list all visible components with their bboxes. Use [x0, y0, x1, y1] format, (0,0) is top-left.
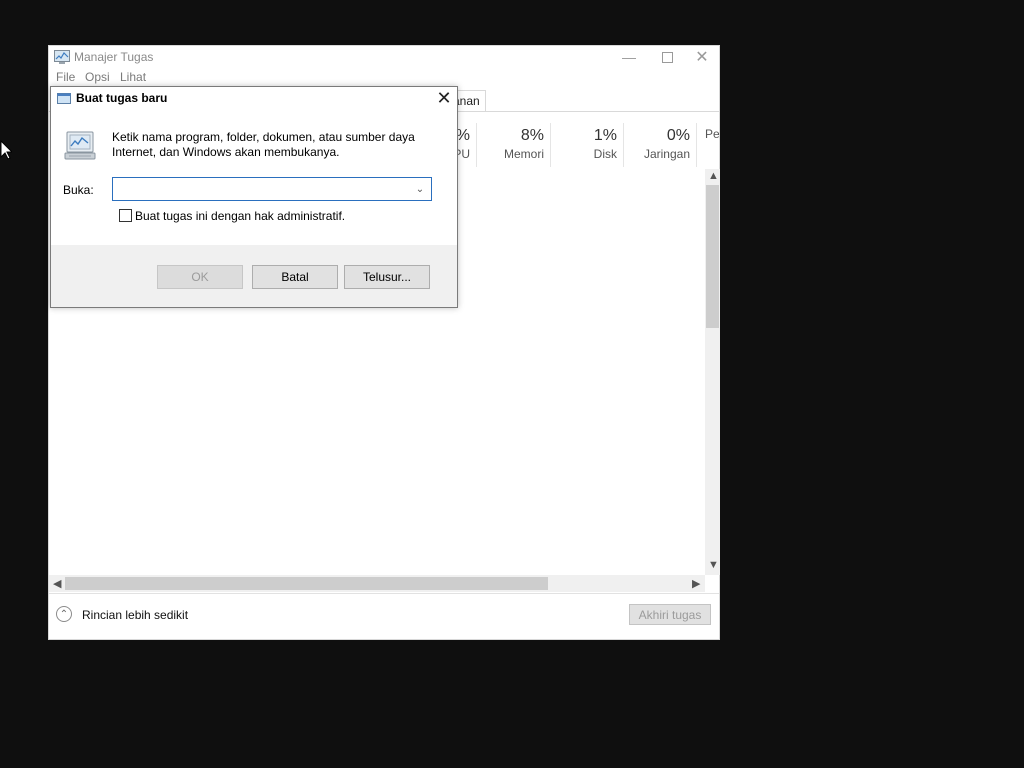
maximize-icon — [661, 51, 673, 63]
vertical-scroll-thumb[interactable] — [706, 185, 719, 328]
memory-percent: 8% — [520, 127, 544, 144]
column-network[interactable]: 0% Jaringan — [624, 123, 697, 167]
disk-label: Disk — [593, 147, 617, 161]
open-input[interactable] — [115, 180, 405, 198]
menu-bar: File Opsi Lihat — [49, 68, 719, 86]
cancel-button[interactable]: Batal — [252, 265, 338, 289]
horizontal-scroll-thumb[interactable] — [65, 577, 548, 590]
vertical-scrollbar[interactable]: ▲ ▼ — [705, 169, 720, 575]
ok-button[interactable]: OK — [157, 265, 243, 289]
horizontal-scrollbar[interactable]: ◀ ▶ — [49, 575, 705, 592]
dialog-description: Ketik nama program, folder, dokumen, ata… — [112, 130, 415, 159]
task-manager-icon — [54, 50, 70, 64]
run-program-icon — [64, 131, 96, 160]
mouse-cursor — [0, 140, 12, 160]
network-label: Jaringan — [643, 147, 690, 161]
run-icon — [57, 93, 71, 104]
close-icon: ✕ — [436, 87, 452, 108]
end-task-button[interactable]: Akhiri tugas — [629, 604, 711, 625]
disk-percent: 1% — [593, 127, 617, 144]
column-power[interactable]: Per — [697, 123, 719, 167]
power-label: Per — [705, 127, 719, 141]
maximize-button[interactable] — [648, 46, 686, 68]
admin-checkbox-label[interactable]: Buat tugas ini dengan hak administratif. — [135, 209, 345, 223]
create-new-task-dialog: Buat tugas baru ✕ Ketik nama program, fo… — [50, 86, 458, 308]
scroll-up-icon[interactable]: ▲ — [708, 170, 719, 182]
minimize-button[interactable]: — — [610, 46, 648, 68]
dialog-close-button[interactable]: ✕ — [431, 87, 457, 109]
menu-view[interactable]: Lihat — [120, 70, 146, 84]
close-icon: ✕ — [695, 49, 709, 66]
menu-options[interactable]: Opsi — [85, 70, 110, 84]
memory-label: Memori — [503, 147, 544, 161]
chevron-down-icon[interactable]: ⌄ — [413, 181, 427, 197]
title-bar: Manajer Tugas — ✕ — [49, 46, 719, 68]
open-combobox[interactable]: ⌄ — [112, 177, 432, 201]
scroll-left-icon[interactable]: ◀ — [53, 577, 61, 590]
dialog-title: Buat tugas baru — [76, 91, 168, 105]
network-percent: 0% — [666, 127, 690, 144]
window-title: Manajer Tugas — [74, 50, 154, 64]
menu-file[interactable]: File — [56, 70, 75, 84]
chevron-up-icon[interactable]: ⌃ — [56, 606, 72, 622]
column-disk[interactable]: 1% Disk — [551, 123, 624, 167]
minimize-icon: — — [622, 49, 636, 65]
admin-checkbox[interactable] — [119, 209, 132, 222]
fewer-details-link[interactable]: Rincian lebih sedikit — [82, 608, 188, 622]
column-memory[interactable]: 8% Memori — [477, 123, 551, 167]
close-button[interactable]: ✕ — [683, 46, 721, 68]
dialog-button-bar: OK Batal Telusur... — [51, 245, 457, 307]
scroll-right-icon[interactable]: ▶ — [692, 577, 700, 590]
open-label: Buka: — [63, 183, 94, 197]
browse-button[interactable]: Telusur... — [344, 265, 430, 289]
scroll-down-icon[interactable]: ▼ — [708, 559, 719, 571]
footer-bar: ⌃ Rincian lebih sedikit Akhiri tugas — [49, 593, 719, 640]
